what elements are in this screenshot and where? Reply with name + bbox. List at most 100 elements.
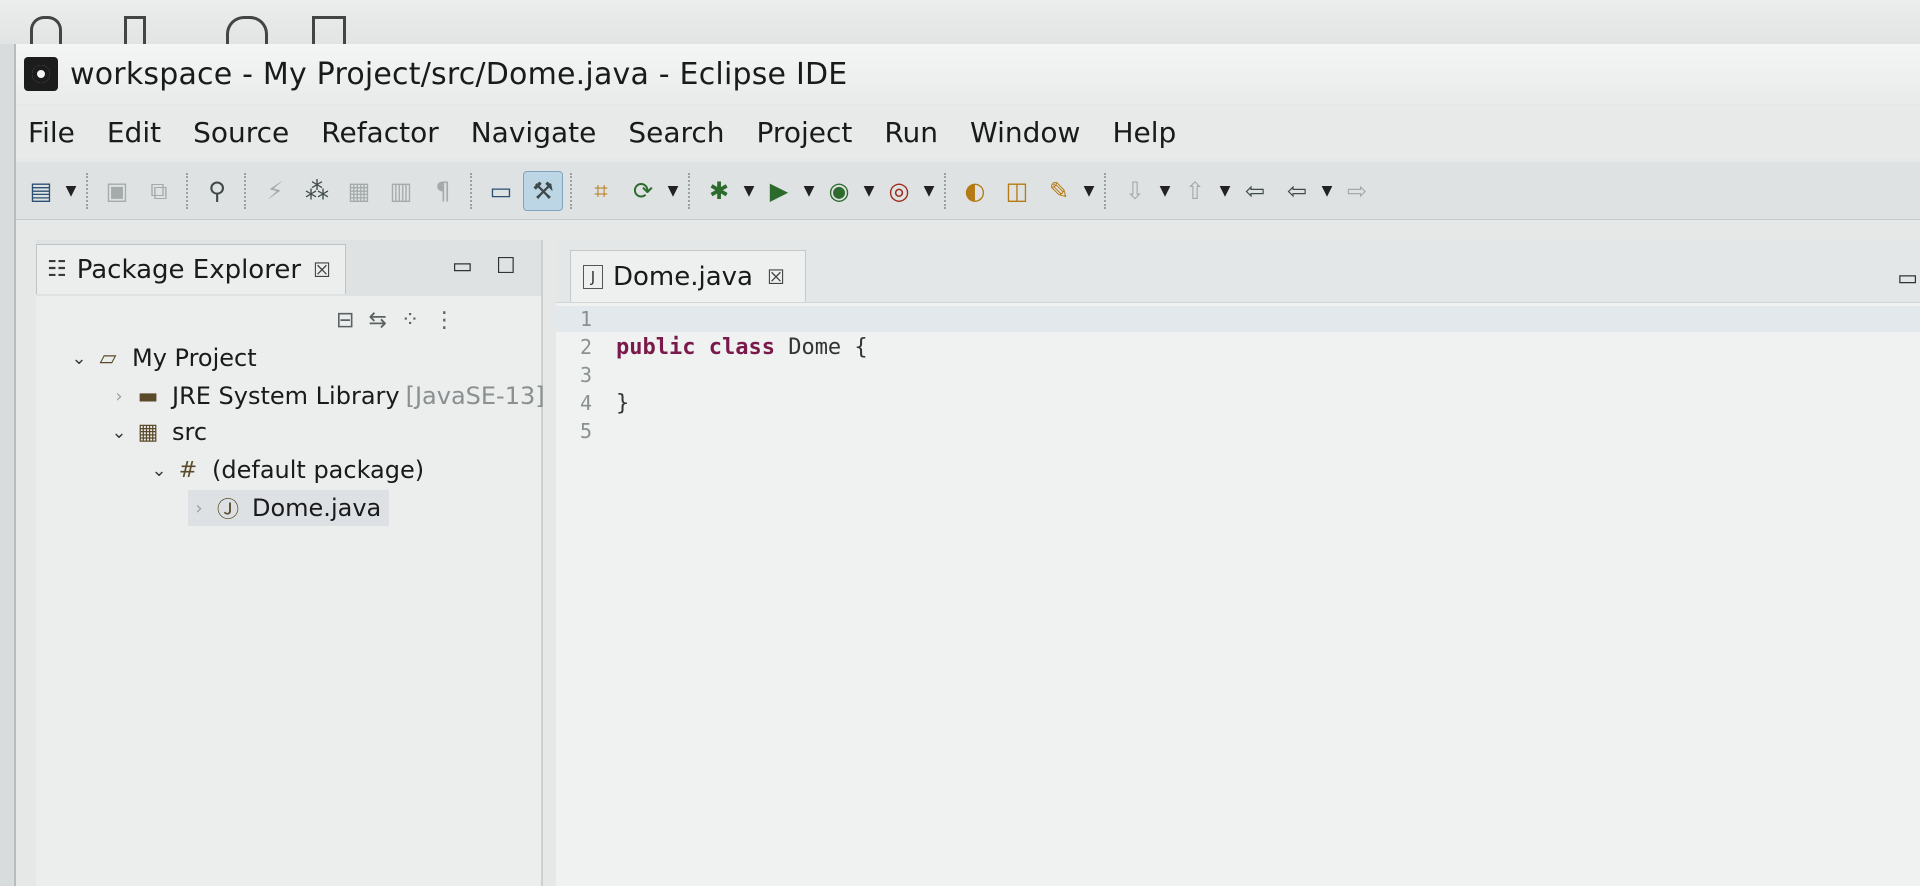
expanded-chevron-icon[interactable]: ⌄: [148, 460, 170, 481]
terminal-icon[interactable]: ▭: [482, 172, 520, 210]
menu-refactor[interactable]: Refactor: [305, 116, 454, 149]
expanded-chevron-icon[interactable]: ⌄: [108, 422, 130, 443]
code-line[interactable]: 1: [556, 306, 1920, 332]
code-keyword: public class: [616, 334, 775, 360]
line-number: 2: [579, 335, 592, 359]
minimize-icon[interactable]: ▭: [1897, 266, 1918, 291]
block-selection-icon[interactable]: ▦: [340, 172, 378, 210]
toolbar-separator: [86, 172, 90, 209]
menu-bar: File Edit Source Refactor Navigate Searc…: [16, 106, 1920, 158]
tab-package-explorer[interactable]: ☷ Package Explorer ☒: [36, 244, 346, 294]
code-line[interactable]: 3: [556, 362, 1920, 388]
menu-search[interactable]: Search: [612, 116, 740, 149]
tree-item-label: Dome.java: [252, 494, 382, 522]
skip-breakpoints-icon[interactable]: ⚡: [256, 172, 294, 210]
toolbar-separator: [244, 172, 248, 209]
maximize-icon[interactable]: ☐: [496, 254, 516, 279]
coverage-dropdown-arrow[interactable]: ▼: [862, 183, 876, 199]
collapse-all-icon[interactable]: ⊟: [336, 308, 354, 333]
window-title: workspace - My Project/src/Dome.java - E…: [70, 56, 848, 92]
forward-icon[interactable]: ⇨: [1338, 172, 1376, 210]
run-dropdown-arrow[interactable]: ▼: [802, 183, 816, 199]
toggle-mark-icon[interactable]: ⁂: [298, 172, 336, 210]
expanded-chevron-icon[interactable]: ⌄: [68, 348, 90, 369]
close-icon[interactable]: ☒: [313, 258, 331, 282]
tree-item-project[interactable]: ⌄ ▱ My Project: [68, 340, 257, 376]
tree-item-default-package[interactable]: ⌄ # (default package): [148, 452, 424, 488]
desktop-top-strip: [0, 0, 1920, 48]
code-line[interactable]: 5: [556, 418, 1920, 444]
build-icon[interactable]: ⚲: [198, 172, 236, 210]
debug-icon[interactable]: ✱: [700, 172, 738, 210]
previous-annotation-icon[interactable]: ⇧: [1176, 172, 1214, 210]
menu-window[interactable]: Window: [954, 116, 1096, 149]
refresh-icon[interactable]: ⟳: [624, 172, 662, 210]
java-file-icon: Ⓙ: [216, 498, 239, 523]
link-editor-icon[interactable]: ⚒: [523, 170, 563, 211]
code-editor[interactable]: 1 2 public class Dome { 3 4 } 5: [556, 306, 1920, 886]
tree-item-src[interactable]: ⌄ ▦ src: [108, 414, 207, 450]
package-explorer-panel: ☷ Package Explorer ☒ ▭ ☐ ⊟ ⇆ ⁘ ⋮ ⌄ ▱ My …: [36, 240, 545, 886]
coverage-icon[interactable]: ◉: [820, 172, 858, 210]
menu-source[interactable]: Source: [177, 116, 305, 149]
filters-icon[interactable]: ⁘: [401, 308, 419, 333]
minimize-icon[interactable]: ▭: [452, 254, 473, 279]
main-toolbar: ▤ ▼ ▣ ⧉ ⚲ ⚡ ⁂ ▦ ▥ ¶ ▭ ⚒ ⌗ ⟳ ▼ ✱ ▼ ▶ ▼ ◉ …: [16, 162, 1920, 220]
save-icon[interactable]: ▣: [98, 172, 136, 210]
toolbar-separator: [186, 172, 190, 209]
package-explorer-header: ☷ Package Explorer ☒ ▭ ☐: [36, 240, 541, 296]
next-annotation-dropdown-arrow[interactable]: ▼: [1158, 183, 1172, 199]
debug-dropdown-arrow[interactable]: ▼: [742, 183, 756, 199]
package-explorer-icon: ☷: [47, 257, 67, 282]
menu-edit[interactable]: Edit: [91, 116, 177, 149]
menu-run[interactable]: Run: [868, 116, 954, 149]
open-perspective-icon[interactable]: ⌗: [582, 172, 620, 210]
menu-help[interactable]: Help: [1096, 116, 1192, 149]
menu-project[interactable]: Project: [741, 116, 869, 149]
save-all-icon[interactable]: ⧉: [140, 172, 178, 210]
desktop-icon-stub: [226, 16, 268, 45]
search-icon[interactable]: ✎: [1040, 172, 1078, 210]
external-tools-dropdown-arrow[interactable]: ▼: [922, 183, 936, 199]
new-icon[interactable]: ▤: [22, 172, 60, 210]
code-line[interactable]: 4 }: [556, 390, 1920, 416]
tree-item-decoration: [JavaSE-13]: [405, 382, 545, 410]
tree-item-dome-java[interactable]: › Ⓙ Dome.java: [188, 490, 390, 526]
tree-item-jre[interactable]: › ▬ JRE System Library [JavaSE-13]: [108, 378, 545, 414]
editor-tab-bar: J Dome.java ☒ ▭: [556, 240, 1920, 303]
collapsed-chevron-icon[interactable]: ›: [188, 498, 210, 519]
show-whitespace-icon[interactable]: ¶: [424, 172, 462, 210]
word-wrap-icon[interactable]: ▥: [382, 172, 420, 210]
refresh-dropdown-arrow[interactable]: ▼: [666, 183, 680, 199]
back-icon[interactable]: ⇦: [1278, 172, 1316, 210]
last-edit-icon[interactable]: ⇦: [1236, 172, 1274, 210]
tree-item-label: My Project: [132, 344, 257, 372]
tab-dome-java[interactable]: J Dome.java ☒: [570, 250, 806, 302]
open-type-icon[interactable]: ◐: [956, 172, 994, 210]
next-annotation-icon[interactable]: ⇩: [1116, 172, 1154, 210]
line-number: 5: [579, 419, 592, 443]
link-with-editor-icon[interactable]: ⇆: [368, 308, 386, 333]
menu-file[interactable]: File: [16, 116, 91, 149]
open-task-icon[interactable]: ◫: [998, 172, 1036, 210]
editor-panel: J Dome.java ☒ ▭ 1 2 public class Dome { …: [556, 240, 1920, 886]
code-text: public class Dome {: [616, 335, 868, 360]
code-plain: Dome {: [774, 334, 868, 360]
collapsed-chevron-icon[interactable]: ›: [108, 386, 130, 407]
toolbar-separator: [570, 172, 574, 209]
new-dropdown-arrow[interactable]: ▼: [64, 183, 78, 199]
run-icon[interactable]: ▶: [760, 172, 798, 210]
previous-annotation-dropdown-arrow[interactable]: ▼: [1218, 183, 1232, 199]
line-number: 1: [579, 307, 592, 331]
close-icon[interactable]: ☒: [767, 265, 785, 289]
tree-item-label: (default package): [212, 456, 425, 484]
search-dropdown-arrow[interactable]: ▼: [1082, 183, 1096, 199]
external-tools-icon[interactable]: ◎: [880, 172, 918, 210]
tree-item-label: JRE System Library: [172, 382, 400, 410]
eclipse-window: workspace - My Project/src/Dome.java - E…: [14, 44, 1920, 886]
menu-navigate[interactable]: Navigate: [455, 116, 613, 149]
package-explorer-toolbar: ⊟ ⇆ ⁘ ⋮: [336, 300, 455, 340]
back-dropdown-arrow[interactable]: ▼: [1320, 183, 1334, 199]
view-menu-icon[interactable]: ⋮: [433, 308, 455, 333]
code-line[interactable]: 2 public class Dome {: [556, 334, 1920, 360]
